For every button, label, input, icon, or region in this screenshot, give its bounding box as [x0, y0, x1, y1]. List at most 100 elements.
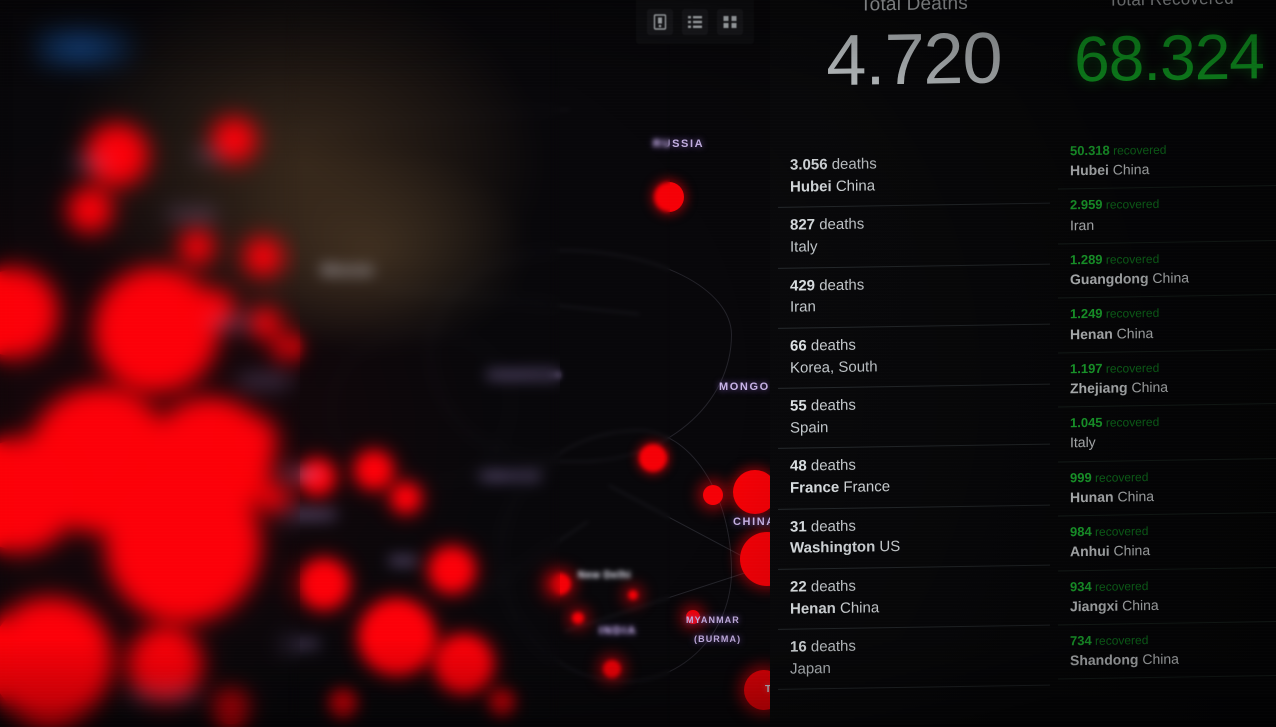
entry-count: 1.289: [1070, 251, 1103, 268]
coastline-path: [250, 108, 570, 133]
deaths-list-item[interactable]: 827 deaths Italy: [778, 203, 1050, 269]
list-view-icon[interactable]: [681, 9, 708, 35]
case-bubble[interactable]: [300, 560, 348, 608]
entry-unit: deaths: [806, 517, 856, 535]
case-bubble[interactable]: [214, 690, 248, 724]
entry-country: Italy: [1070, 434, 1096, 451]
deaths-list-item[interactable]: 31 deaths Washington US: [778, 505, 1050, 570]
entry-region: Zhejiang: [1070, 379, 1128, 397]
entry-value-line: 66 deaths: [790, 333, 1050, 356]
grid-view-icon[interactable]: [717, 9, 744, 35]
entry-region: Washington: [790, 538, 876, 557]
case-bubble[interactable]: [108, 470, 258, 620]
deaths-list-item[interactable]: 48 deaths France France: [778, 444, 1050, 510]
recovered-list-item[interactable]: 934 recovered Jiangxi China: [1058, 567, 1276, 626]
case-bubble[interactable]: [360, 600, 434, 674]
case-bubble[interactable]: [490, 690, 514, 714]
map-toolbar[interactable]: [636, 0, 754, 44]
entry-location-line: Anhui China: [1070, 539, 1276, 560]
entry-value-line: 22 deaths: [790, 574, 1050, 597]
entry-value-line: 1.197 recovered: [1070, 358, 1276, 377]
entry-value-line: 734 recovered: [1070, 630, 1276, 649]
deaths-list-item[interactable]: 66 deaths Korea, South: [778, 324, 1050, 389]
case-bubble[interactable]: [262, 486, 286, 510]
entry-country: Spain: [790, 418, 829, 437]
map-label-uzbekistan: UZBEKISTAN: [480, 472, 540, 481]
recovered-list-item[interactable]: 1.197 recovered Zhejiang China: [1058, 349, 1276, 408]
entry-value-line: 429 deaths: [790, 273, 1050, 296]
entry-unit: deaths: [827, 155, 877, 174]
entry-count: 31: [790, 517, 807, 536]
case-bubble[interactable]: [654, 182, 684, 212]
recovered-list-item[interactable]: 50.318 recovered Hubei China: [1058, 132, 1276, 190]
entry-region: Hubei: [1070, 161, 1109, 179]
recovered-list-item[interactable]: 1.249 recovered Henan China: [1058, 295, 1276, 354]
entry-country: China: [1108, 161, 1150, 178]
deaths-list-item[interactable]: 22 deaths Henan China: [778, 565, 1050, 630]
case-bubble[interactable]: [96, 270, 216, 390]
case-bubble[interactable]: [356, 452, 392, 488]
entry-unit: recovered: [1102, 360, 1160, 376]
case-bubble[interactable]: [182, 232, 212, 262]
entry-count: 984: [1070, 524, 1092, 540]
case-bubble[interactable]: [252, 310, 278, 336]
entry-location-line: Hubei China: [1070, 158, 1276, 179]
deaths-list-item[interactable]: 16 deaths Japan: [778, 625, 1050, 691]
case-bubble[interactable]: [430, 548, 474, 592]
recovered-list-item[interactable]: 1.045 recovered Italy: [1058, 404, 1276, 463]
layers-panel-icon[interactable]: [646, 9, 673, 35]
entry-count: 3.056: [790, 156, 828, 174]
deaths-list-item[interactable]: 55 deaths Spain: [778, 384, 1050, 450]
case-bubble[interactable]: [628, 590, 638, 600]
map-label-ukraine: UKRAINE: [240, 376, 289, 386]
map-label-kazakhstan: KAZAKHSTAN: [488, 370, 561, 380]
case-bubble[interactable]: [0, 270, 56, 356]
entry-unit: recovered: [1091, 632, 1149, 648]
map-label-iran: IRAN: [390, 556, 417, 566]
world-map-panel[interactable]: RUSSIA MONGO CHINA INDIA MYANMAR (BURMA)…: [0, 0, 790, 727]
entry-unit: recovered: [1091, 578, 1149, 594]
entry-value-line: 999 recovered: [1070, 467, 1276, 486]
stats-dashboard-panel: Total Deaths 4.720 3.056 deaths Hubei Chi…: [770, 0, 1276, 727]
recovered-list-item[interactable]: 984 recovered Anhui China: [1058, 513, 1276, 571]
entry-location-line: Guangdong China: [1070, 267, 1276, 288]
case-bubble[interactable]: [276, 336, 298, 358]
recovered-list-item[interactable]: 2.959 recovered Iran: [1058, 186, 1276, 245]
map-label-new-delhi: New Delhi: [578, 570, 632, 581]
case-bubble[interactable]: [88, 126, 146, 184]
case-bubble[interactable]: [436, 636, 492, 692]
recovered-list-item[interactable]: 999 recovered Hunan China: [1058, 458, 1276, 517]
case-bubble[interactable]: [549, 573, 571, 595]
case-bubble[interactable]: [392, 484, 420, 512]
entry-value-line: 1.289 recovered: [1070, 249, 1276, 268]
case-bubble[interactable]: [639, 444, 667, 472]
total-recovered-column: Total Recovered 68.324 50.318 recoveredH…: [1058, 0, 1276, 727]
case-bubble[interactable]: [603, 660, 621, 678]
case-bubble[interactable]: [572, 612, 584, 624]
deaths-list-item[interactable]: 429 deaths Iran: [778, 264, 1050, 329]
case-bubble[interactable]: [70, 190, 110, 230]
case-bubble[interactable]: [0, 600, 110, 720]
recovered-list-item[interactable]: 1.289 recovered Guangdong China: [1058, 240, 1276, 299]
deaths-list[interactable]: 3.056 deaths Hubei China 827 deaths Italy 42…: [778, 143, 1050, 691]
recovered-list-item[interactable]: 734 recovered Shandong China: [1058, 621, 1276, 680]
entry-country: China: [1148, 269, 1190, 287]
entry-country: China: [1109, 542, 1151, 559]
entry-location-line: Spain: [790, 414, 1050, 438]
case-bubble[interactable]: [330, 690, 356, 716]
case-bubble[interactable]: [234, 420, 274, 460]
case-bubble[interactable]: [703, 485, 723, 505]
entry-value-line: 16 deaths: [790, 635, 1050, 658]
entry-country: China: [835, 598, 880, 617]
entry-country: China: [1138, 650, 1179, 668]
map-label-india: INDIA: [599, 625, 637, 637]
recovered-list[interactable]: 50.318 recovered Hubei China 2.959 recover…: [1058, 132, 1276, 680]
case-bubble[interactable]: [246, 240, 280, 274]
entry-country: China: [1112, 324, 1154, 342]
entry-region: Hunan: [1070, 488, 1114, 506]
total-recovered-title: Total Recovered: [1062, 0, 1276, 11]
total-deaths-title: Total Deaths: [859, 0, 968, 16]
deaths-list-item[interactable]: 3.056 deaths Hubei China: [778, 143, 1050, 209]
entry-unit: deaths: [806, 456, 856, 475]
entry-unit: recovered: [1102, 197, 1160, 213]
